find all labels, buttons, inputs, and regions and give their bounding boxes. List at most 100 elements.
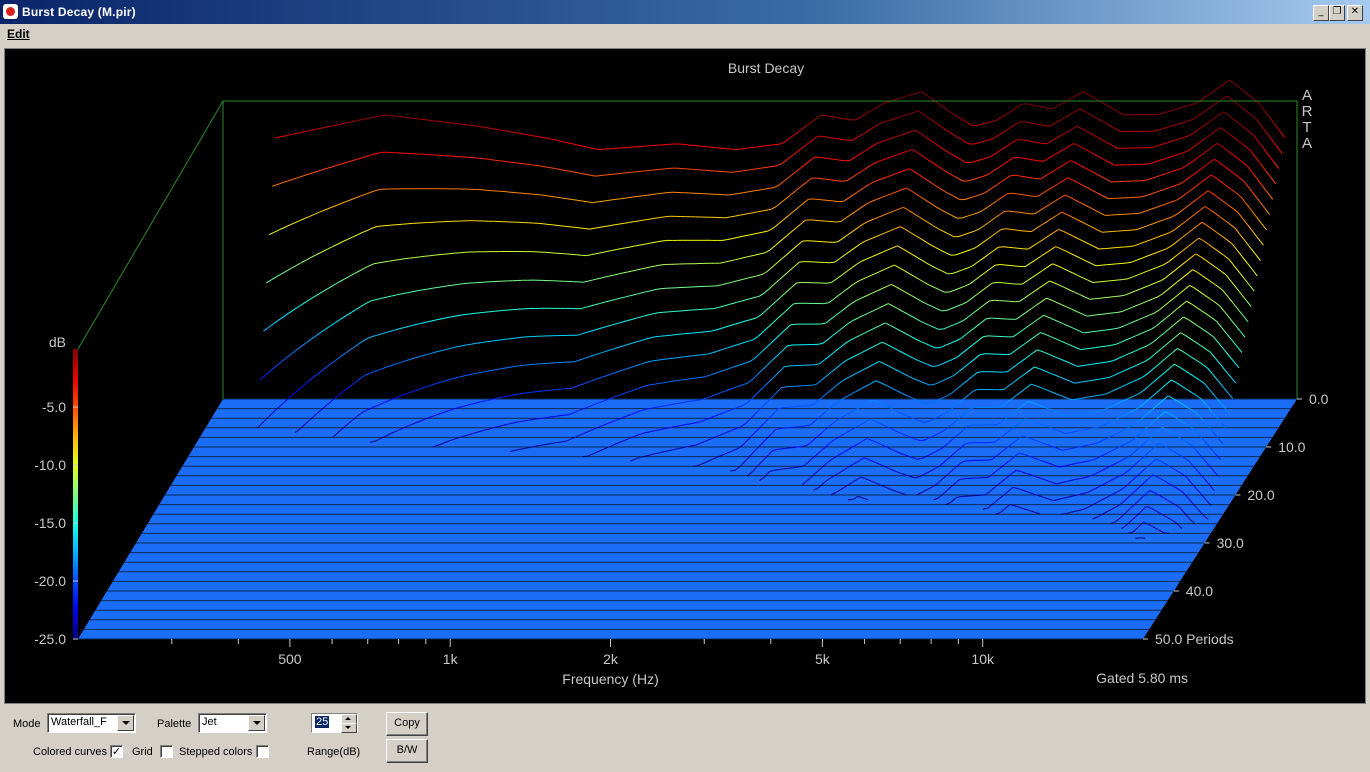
decay-curve-segment [656,240,663,243]
decay-curve-segment [957,352,964,358]
decay-curve-segment [913,212,919,217]
decay-curve-segment [1251,209,1257,218]
range-spinbox[interactable]: 25 [311,713,358,733]
decay-curve-segment [1175,265,1181,271]
decay-curve-segment [1264,110,1271,118]
decay-curve-segment [1198,237,1205,242]
copy-button[interactable]: Copy [386,712,428,736]
decay-curve-segment [1174,293,1180,299]
decay-curve-segment [919,279,925,283]
decay-curve-segment [869,236,876,240]
decay-curve-segment [630,293,637,296]
decay-curve-segment [622,320,629,323]
decay-curve-segment [1205,174,1212,180]
decay-curve-segment [297,385,304,391]
decay-curve-segment [551,389,557,391]
decay-curve-segment [1270,177,1277,185]
chevron-down-icon[interactable] [117,715,134,731]
decay-curve-segment [636,363,643,366]
decay-curve-segment [874,234,881,238]
decay-curve-segment [699,376,705,378]
decay-curve-segment [881,157,888,161]
decay-curve-segment [714,147,720,149]
minimize-button[interactable]: _ [1313,5,1329,21]
decay-curve-segment [395,361,402,365]
decay-curve-segment [1147,223,1153,227]
decay-curve-segment [901,187,907,191]
spin-down-icon[interactable] [341,723,357,733]
palette-select[interactable]: Jet [198,713,267,733]
decay-curve-segment [896,189,902,193]
decay-curve-segment [1096,394,1102,397]
decay-curve-segment [893,208,899,212]
decay-curve-segment [772,317,779,323]
decay-curve-segment [858,368,865,373]
decay-curve-segment [812,135,818,141]
decay-curve-segment [933,120,939,126]
decay-curve-segment [389,259,395,262]
decay-curve-segment [895,134,901,138]
decay-curve-segment [897,349,903,353]
decay-curve-segment [599,226,605,228]
decay-curve-segment [908,314,914,318]
decay-curve-segment [502,129,508,132]
decay-curve-segment [1058,148,1065,153]
decay-curve-segment [1087,363,1093,366]
decay-curve-segment [1216,142,1223,148]
decay-curve-segment [1075,347,1081,351]
decay-curve-segment [1233,361,1240,369]
decay-curve-segment [1091,133,1098,138]
decay-curve-segment [944,190,950,195]
decay-curve-segment [1211,317,1218,322]
decay-curve-segment [635,170,641,173]
decay-curve-segment [704,146,710,148]
decay-curve-segment [849,337,856,341]
decay-curve-segment [1204,134,1211,140]
decay-curve-segment [1037,192,1043,197]
menu-edit[interactable]: Edit [7,27,30,41]
close-button[interactable]: ✕ [1347,5,1363,21]
range-value[interactable]: 25 [315,716,330,728]
mode-select[interactable]: Waterfall_F [47,713,136,733]
decay-curve-segment [772,223,779,229]
decay-curve-segment [536,390,542,393]
decay-curve-segment [407,390,414,394]
colored-curves-checkbox[interactable]: ✓ [110,745,123,758]
bw-button[interactable]: B/W [386,739,428,763]
chevron-down-icon[interactable] [248,715,265,731]
decay-curve-segment [1017,103,1023,108]
stepped-colors-checkbox[interactable] [256,745,269,758]
decay-curve-segment [828,200,834,202]
decay-curve-segment [965,330,972,335]
decay-curve-segment [413,323,420,326]
decay-curve-segment [747,233,753,236]
decay-curve-segment [738,299,745,303]
decay-curve-segment [791,282,797,288]
decay-curve-segment [327,361,334,367]
decay-curve-segment [984,268,991,274]
decay-curve-segment [1004,127,1010,133]
decay-curve-segment [1101,313,1108,315]
decay-curve-segment [655,335,661,338]
db-tick-label: -20.0 [34,573,66,589]
decay-curve-segment [776,258,783,264]
decay-curve-segment [1177,348,1183,352]
restore-button[interactable]: ❐ [1329,5,1345,21]
decay-curve-segment [921,197,927,202]
decay-curve-segment [1257,179,1264,187]
decay-curve-segment [769,338,776,345]
decay-curve-segment [800,219,806,225]
decay-curve-segment [1130,290,1136,294]
decay-curve-segment [596,376,602,380]
decay-curve-segment [1219,216,1226,222]
decay-curve-segment [946,108,952,114]
decay-curve-segment [816,177,822,180]
grid-checkbox[interactable] [160,745,173,758]
decay-curve-segment [537,136,543,138]
decay-curve-segment [779,468,785,470]
decay-curve-segment [734,258,740,261]
decay-curve-segment [491,339,497,342]
decay-curve-segment [1047,186,1053,191]
decay-curve-segment [845,118,851,121]
decay-curve-segment [553,415,559,418]
